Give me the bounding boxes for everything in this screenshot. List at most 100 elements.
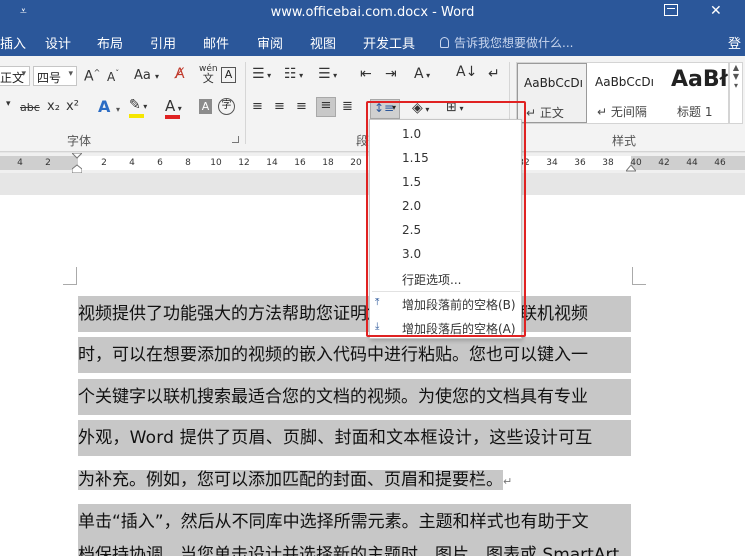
font-dialog-launcher-icon[interactable] — [232, 136, 239, 143]
shading-button[interactable]: ◈ ▾ — [412, 100, 429, 116]
font-name-value: 正文 — [0, 71, 25, 85]
group-divider — [245, 62, 246, 144]
sort-button[interactable]: A↓ — [456, 64, 477, 80]
distributed-button[interactable]: ≣ — [342, 99, 353, 114]
title-bar: ⩡ www.officebai.com.docx - Word ✕ — [0, 0, 745, 26]
tab-insert[interactable]: 插入 — [0, 33, 26, 52]
style-normal[interactable]: AaBbCcDı ↵ 正文 — [517, 63, 587, 123]
ruler-number: 2 — [101, 158, 107, 168]
grow-font-button[interactable]: A^ — [84, 68, 100, 85]
decrease-indent-button[interactable]: ⇤ — [360, 66, 372, 82]
font-name-combo[interactable]: 正文 ▾ — [0, 66, 30, 86]
font-size-combo[interactable]: 四号 ▾ — [33, 66, 77, 86]
tab-references[interactable]: 引用 — [150, 33, 176, 52]
font-color-button[interactable]: A ▾ — [165, 97, 182, 119]
margin-corner-mark — [63, 267, 77, 285]
highlight-color-bar — [129, 114, 144, 118]
bullets-button[interactable]: ☰ ▾ — [252, 66, 271, 82]
document-line[interactable]: 档保持协调。当您单击设计并选择新的主题时，图片、图表或 SmartArt — [78, 540, 631, 556]
spacing-option-2-0[interactable]: 2.0 — [402, 199, 421, 213]
tell-me-search[interactable]: 告诉我您想要做什么... — [440, 34, 573, 51]
text-effect-button[interactable]: A ▾ — [98, 97, 120, 116]
char-border-button[interactable]: A — [221, 67, 236, 83]
tab-developer[interactable]: 开发工具 — [363, 33, 415, 52]
add-space-after[interactable]: 增加段落后的空格(A) — [402, 320, 516, 337]
line-spacing-menu: 1.0 1.15 1.5 2.0 2.5 3.0 行距选项... ⤒ 增加段落前… — [369, 119, 522, 339]
spacing-option-1-15[interactable]: 1.15 — [402, 151, 429, 165]
document-line-wrap[interactable]: 为补充。例如，您可以添加匹配的封面、页眉和提要栏。↵ — [78, 462, 631, 498]
font-size-value: 四号 — [37, 71, 62, 85]
ruler-number: 16 — [294, 158, 306, 168]
tab-view[interactable]: 视图 — [310, 33, 336, 52]
space-before-icon: ⤒ — [375, 297, 380, 308]
style-preview: AaBbCcDı — [524, 76, 583, 90]
tab-review[interactable]: 审阅 — [257, 33, 283, 52]
show-marks-button[interactable]: ↵ — [488, 66, 500, 82]
enclose-chars-button[interactable]: 字 — [218, 98, 235, 115]
shrink-font-button[interactable]: Aˇ — [107, 69, 119, 84]
spacing-option-1-5[interactable]: 1.5 — [402, 175, 421, 189]
ruler-number: 46 — [714, 158, 726, 168]
subscript-button[interactable]: x₂ — [47, 99, 60, 114]
spacing-option-3-0[interactable]: 3.0 — [402, 247, 421, 261]
spacing-option-1-0[interactable]: 1.0 — [402, 127, 421, 141]
asian-layout-button[interactable]: A ▾ — [414, 66, 430, 82]
tell-me-text: 告诉我您想要做什么... — [454, 36, 574, 50]
change-case-button[interactable]: Aa ▾ — [134, 68, 159, 83]
style-heading-1[interactable]: AaBł 标题 1 — [665, 63, 729, 123]
font-color-label: A — [165, 97, 176, 115]
line-spacing-button[interactable]: ↕≡ ▾ — [370, 99, 400, 119]
document-line: 为补充。例如，您可以添加匹配的封面、页眉和提要栏。 — [78, 470, 503, 490]
ruler-number: 34 — [546, 158, 558, 168]
tab-mailings[interactable]: 邮件 — [203, 33, 229, 52]
chevron-down-icon: ▾ — [21, 69, 26, 79]
ruler-number: 10 — [210, 158, 222, 168]
align-left-button[interactable]: ≡ — [252, 99, 263, 114]
style-name: 标题 1 — [677, 105, 713, 119]
ruler-number: 2 — [45, 158, 51, 168]
char-shading-button[interactable]: A — [199, 99, 212, 114]
ruler-number: 12 — [238, 158, 250, 168]
document-line[interactable]: 时，可以在想要添加的视频的嵌入代码中进行粘贴。您也可以键入一 — [78, 337, 631, 373]
space-after-icon: ⤓ — [375, 321, 380, 332]
spacing-option-2-5[interactable]: 2.5 — [402, 223, 421, 237]
strikethrough-button[interactable]: abc — [20, 101, 40, 114]
align-right-button[interactable]: ≡ — [296, 99, 307, 114]
document-line[interactable]: 单击“插入”，然后从不同库中选择所需元素。主题和样式也有助于文 — [78, 504, 631, 540]
numbering-button[interactable]: ☷ ▾ — [284, 66, 303, 82]
ruler-number: 6 — [157, 158, 163, 168]
gallery-scroll[interactable]: ▲ ▼ ▾ — [729, 62, 743, 124]
style-no-spacing[interactable]: AaBbCcDı ↵ 无间隔 — [589, 63, 663, 123]
document-line[interactable]: 外观，Word 提供了页眉、页脚、封面和文本框设计，这些设计可互 — [78, 420, 631, 456]
restore-ribbon-icon[interactable] — [664, 4, 678, 16]
change-case-label: Aa — [134, 68, 151, 83]
borders-button[interactable]: ⊞ ▾ — [446, 100, 463, 115]
tab-layout[interactable]: 布局 — [97, 33, 123, 52]
indent-marker-icon[interactable] — [72, 153, 82, 173]
font-group-label: 字体 — [67, 134, 92, 148]
justify-button[interactable]: ≡ — [316, 97, 336, 117]
lightbulb-icon — [440, 37, 449, 48]
align-center-button[interactable]: ≡ — [274, 99, 285, 114]
ruler-number: 20 — [350, 158, 362, 168]
document-line[interactable]: 个关键字以联机搜索最适合您的文档的视频。为使您的文档具有专业 — [78, 379, 631, 415]
superscript-button[interactable]: x² — [66, 99, 79, 114]
chevron-down-icon: ▾ — [392, 103, 397, 112]
document-line[interactable]: 视频提供了功能强大的方法帮助您证明您的观点。当您单击联机视频 — [78, 296, 631, 332]
tab-design[interactable]: 设计 — [45, 33, 71, 52]
style-preview: AaBł — [671, 67, 728, 92]
clear-format-icon[interactable]: A̸ — [175, 66, 185, 82]
add-space-before[interactable]: 增加段落前的空格(B) — [402, 296, 516, 313]
phonetic-guide-button[interactable]: wén 文 — [199, 64, 218, 85]
paragraph-mark: ↵ — [503, 475, 513, 488]
font-color-bar — [165, 115, 180, 119]
highlight-button[interactable]: ✎ ▾ — [129, 97, 147, 118]
highlighter-icon: ✎ — [129, 97, 141, 113]
close-icon[interactable]: ✕ — [710, 3, 722, 19]
line-spacing-options[interactable]: 行距选项... — [402, 271, 461, 288]
right-indent-marker-icon[interactable] — [626, 153, 636, 173]
increase-indent-button[interactable]: ⇥ — [385, 66, 397, 82]
ruler-number: 44 — [686, 158, 698, 168]
multilevel-list-button[interactable]: ☰ ▾ — [318, 66, 337, 82]
grow-font-label: A — [84, 68, 94, 85]
